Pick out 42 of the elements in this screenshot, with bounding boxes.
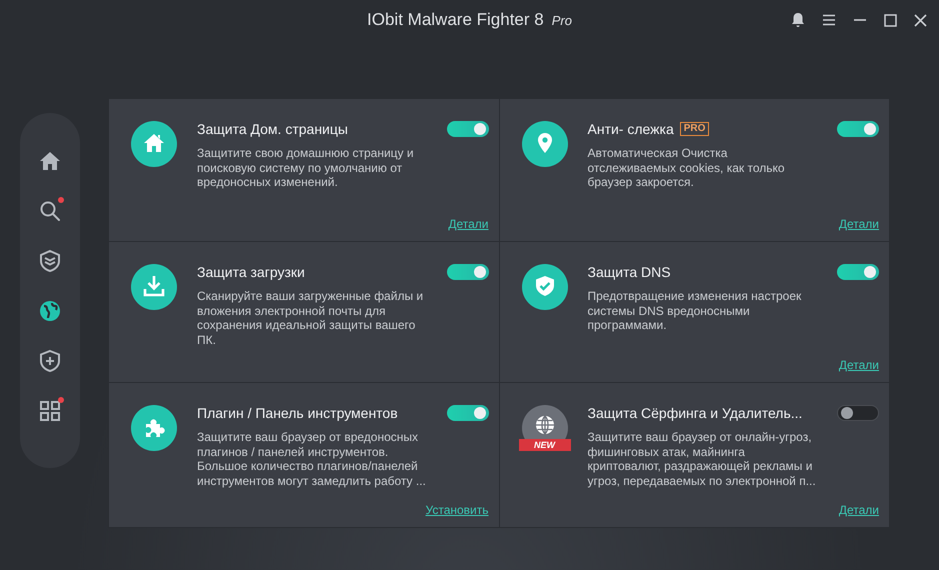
home-icon[interactable]	[38, 149, 62, 173]
toggle-switch[interactable]	[837, 264, 879, 280]
menu-icon[interactable]	[822, 14, 836, 26]
details-link[interactable]: Установить	[426, 503, 488, 517]
toggle-switch[interactable]	[446, 405, 488, 421]
feature-description: Сканируйте ваши загруженные файлы и вложения электронной почты для сохранения идеальной защиты вашего ПК.	[197, 289, 424, 347]
toggle-switch[interactable]	[837, 121, 879, 137]
download-icon	[131, 264, 177, 310]
search-icon[interactable]	[38, 199, 62, 223]
shield-plus-icon[interactable]	[38, 349, 62, 373]
layers-icon[interactable]	[38, 249, 62, 273]
details-link[interactable]: Детали	[838, 503, 879, 517]
feature-description: Защитите ваш браузер от онлайн-угроз, фишинговых атак, майнинга криптовалют, раздражающей рекламы и угроз, передаваемых по электронной п...	[588, 430, 817, 488]
globe-icon[interactable]	[38, 299, 62, 323]
notification-icon[interactable]	[791, 12, 805, 28]
edition-label: Pro	[552, 13, 572, 28]
location-pin-icon	[522, 121, 568, 167]
toggle-switch[interactable]	[446, 121, 488, 137]
details-link[interactable]: Детали	[838, 217, 879, 231]
feature-description: Предотвращение изменения настроек системы DNS вредоносными программами.	[588, 289, 802, 332]
new-ribbon: NEW	[518, 439, 570, 451]
feature-description: Автоматическая Очистка отслеживаемых cookies, как только браузер закроется.	[588, 146, 786, 190]
puzzle-icon	[131, 405, 177, 451]
feature-title: Защита DNS	[588, 264, 671, 280]
feature-title: Защита Дом. страницы	[197, 121, 348, 137]
maximize-icon[interactable]	[884, 14, 897, 26]
home-icon	[131, 121, 177, 167]
shield-check-icon	[522, 264, 568, 310]
close-icon[interactable]	[914, 14, 927, 26]
feature-title: Защита Сёрфинга и Удалитель...	[588, 405, 802, 421]
window-title: IObit Malware Fighter 8	[367, 10, 544, 30]
details-link[interactable]: Детали	[448, 217, 488, 231]
feature-title: Плагин / Панель инструментов	[197, 405, 398, 421]
details-link[interactable]: Детали	[838, 358, 879, 372]
toggle-switch[interactable]	[837, 405, 879, 421]
toggle-switch[interactable]	[446, 264, 488, 280]
feature-title: Защита загрузки	[197, 264, 305, 280]
pro-badge: PRO	[680, 122, 710, 136]
feature-description: Защитите свою домашнюю страницу и поисковую систему по умолчанию от вредоносных изменений.	[197, 146, 415, 190]
feature-description: Защитите ваш браузер от вредоносных плагинов / панелей инструментов. Большое количество плагинов/панелей инструментов могут замедлить работу ...	[197, 430, 427, 488]
feature-title: Анти- слежка	[588, 121, 674, 137]
apps-icon[interactable]	[38, 399, 62, 423]
